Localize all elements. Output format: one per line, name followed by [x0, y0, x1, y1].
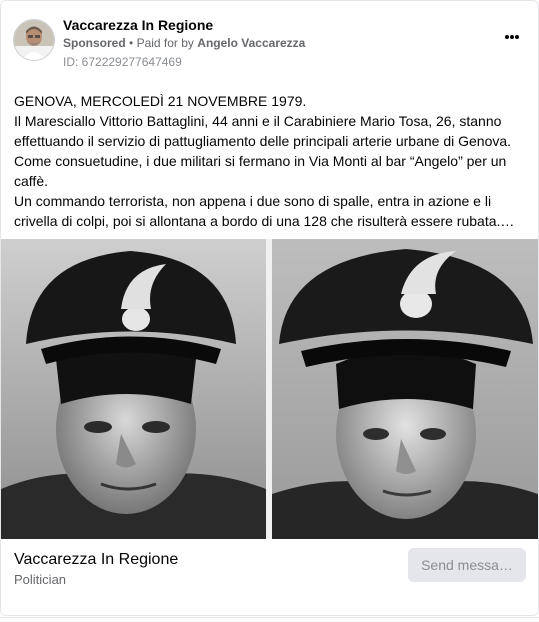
- footer-category: Politician: [14, 572, 67, 587]
- page-name-link[interactable]: Vaccarezza In Regione: [63, 17, 213, 33]
- post-body-line: GENOVA, MERCOLEDÌ 21 NOVEMBRE 1979.: [14, 93, 307, 109]
- avatar[interactable]: [13, 19, 55, 61]
- post-body-line: Come consuetudine, i due militari si fer…: [14, 153, 507, 189]
- profile-photo-icon: [14, 20, 54, 60]
- ad-card: Vaccarezza In Regione Sponsored • Paid f…: [0, 0, 539, 616]
- send-message-button[interactable]: Send messa…: [408, 548, 526, 582]
- payer-name[interactable]: Angelo Vaccarezza: [197, 36, 305, 50]
- post-image[interactable]: [1, 239, 538, 539]
- divider: [0, 617, 539, 618]
- carabinieri-photo: [1, 239, 538, 539]
- more-horizontal-icon: [505, 35, 519, 39]
- sponsored-label: Sponsored: [63, 36, 126, 50]
- separator-dot: •: [129, 36, 134, 50]
- paid-for-label: Paid for by: [136, 36, 194, 50]
- ad-footer: Vaccarezza In Regione Politician Send me…: [1, 539, 538, 615]
- sponsor-line: Sponsored • Paid for by Angelo Vaccarezz…: [63, 36, 305, 50]
- post-header: Vaccarezza In Regione Sponsored • Paid f…: [13, 15, 526, 75]
- ad-id: ID: 672229277647469: [63, 55, 182, 69]
- more-options-button[interactable]: [498, 29, 526, 49]
- post-body: GENOVA, MERCOLEDÌ 21 NOVEMBRE 1979. Il M…: [14, 91, 519, 231]
- post-body-line: Un commando terrorista, non appena i due…: [14, 193, 515, 229]
- footer-page-name[interactable]: Vaccarezza In Regione: [14, 551, 178, 569]
- post-body-line: Il Maresciallo Vittorio Battaglini, 44 a…: [14, 113, 512, 149]
